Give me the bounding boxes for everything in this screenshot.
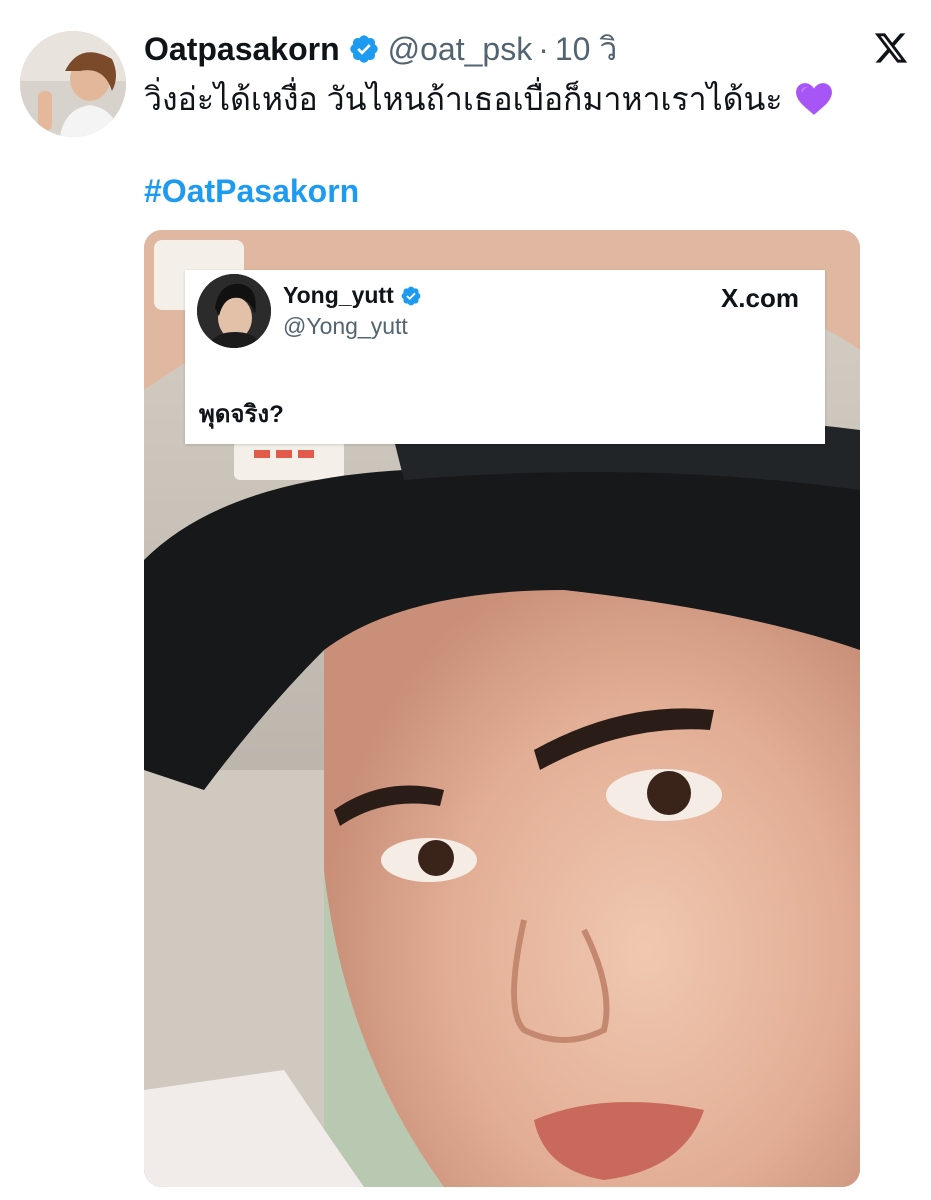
quoted-author-handle[interactable]: @Yong_yutt bbox=[283, 313, 408, 340]
quoted-post-text: พุดจริง? bbox=[199, 401, 284, 428]
verified-badge-icon bbox=[349, 35, 378, 63]
post-text: วิ่งอ่ะได้เหงื่อ วันไหนถ้าเธอเบื่อก็มาหา… bbox=[144, 76, 904, 122]
post-header: Oatpasakorn @oat_psk · 10 วิ bbox=[144, 26, 617, 72]
author-avatar[interactable] bbox=[20, 31, 126, 137]
x-logo-icon[interactable] bbox=[873, 30, 909, 66]
quoted-post-card[interactable]: Yong_yutt @Yong_yutt X.com พุดจริง? bbox=[185, 270, 825, 444]
post-text-content: วิ่งอ่ะได้เหงื่อ วันไหนถ้าเธอเบื่อก็มาหา… bbox=[144, 81, 783, 117]
purple-heart-icon bbox=[796, 83, 833, 115]
author-handle[interactable]: @oat_psk bbox=[388, 31, 533, 68]
quoted-author-avatar[interactable] bbox=[197, 274, 271, 348]
author-display-name[interactable]: Oatpasakorn bbox=[144, 31, 340, 68]
hashtag-link[interactable]: #OatPasakorn bbox=[144, 168, 359, 214]
quoted-author-display-name[interactable]: Yong_yutt bbox=[283, 282, 394, 309]
quoted-brand-label: X.com bbox=[720, 283, 799, 313]
verified-badge-icon bbox=[401, 286, 421, 305]
post-timestamp[interactable]: 10 วิ bbox=[555, 24, 617, 75]
quoted-name-row: Yong_yutt bbox=[283, 282, 422, 309]
meta-separator: · bbox=[538, 30, 549, 67]
